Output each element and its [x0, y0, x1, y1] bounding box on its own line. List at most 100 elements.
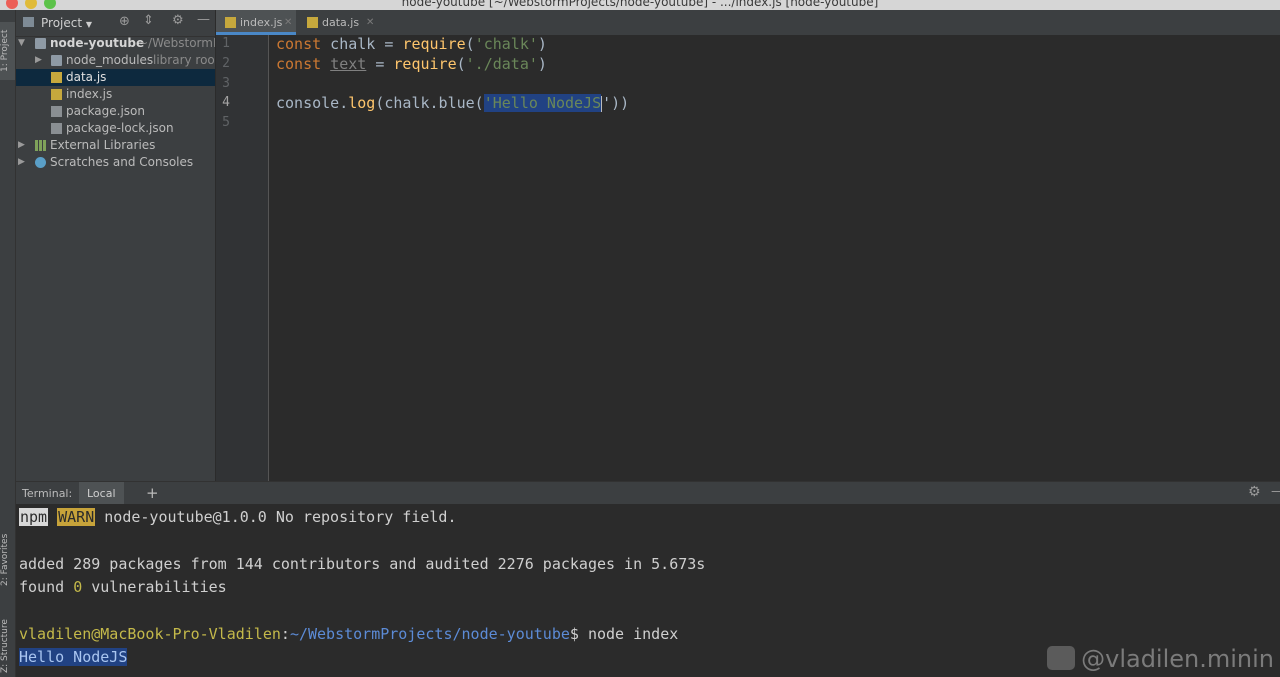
watermark-text: @vladilen.minin: [1081, 645, 1274, 673]
terminal-line: found 0 vulnerabilities: [19, 578, 227, 596]
project-panel: Project ▼ ⊕ ⇕ ⚙ — ▼ node-youtube ~/Webst…: [16, 10, 215, 481]
code-text: ): [537, 55, 547, 73]
collapse-all-icon[interactable]: ⇕: [143, 13, 154, 28]
tree-item-annotation: library root: [153, 53, 215, 67]
project-view-dropdown[interactable]: Project ▼: [41, 16, 92, 30]
js-file-icon: [51, 72, 62, 83]
code-text: (: [465, 35, 475, 53]
gear-icon[interactable]: ⚙: [172, 13, 184, 28]
tree-item-label: node-youtube: [50, 36, 145, 50]
terminal-text: found: [19, 578, 74, 596]
line-number-current: 4: [222, 95, 230, 110]
locate-file-icon[interactable]: ⊕: [119, 14, 130, 29]
line-number: 1: [222, 36, 230, 51]
tree-item-label: Scratches and Consoles: [50, 155, 194, 169]
code-line-2: const text = require('./data'): [276, 55, 547, 73]
code-text: chalk =: [321, 35, 403, 53]
tree-item-scratches[interactable]: ▶ Scratches and Consoles: [16, 154, 215, 171]
project-view-label: Project: [41, 16, 83, 30]
prompt-path: ~/WebstormProjects/node-youtube: [289, 625, 570, 643]
string-literal: './data': [465, 55, 538, 73]
tree-item-path: ~/WebstormP: [138, 36, 215, 50]
code-text: ): [537, 35, 547, 53]
title-bar: node-youtube [~/WebstormProjects/node-yo…: [0, 0, 1280, 10]
structure-tool-tab[interactable]: Z: Structure: [0, 615, 15, 677]
prompt-command: $ node index: [569, 625, 679, 643]
unused-variable: text: [330, 55, 367, 73]
prompt-colon: :: [280, 625, 290, 643]
tab-terminal-local[interactable]: Local: [79, 482, 124, 505]
project-panel-header: Project ▼ ⊕ ⇕ ⚙ —: [16, 10, 215, 37]
tree-item-node-modules[interactable]: ▶ node_modules library root: [16, 52, 215, 69]
gear-icon[interactable]: ⚙: [1248, 484, 1261, 500]
tree-item-label: package.json: [66, 104, 146, 118]
chevron-right-icon[interactable]: ▶: [35, 52, 42, 69]
tree-item-data-js[interactable]: data.js: [16, 69, 215, 86]
tree-item-package-lock-json[interactable]: package-lock.json: [16, 120, 215, 137]
editor-tab-bar: index.js ✕ data.js ✕: [216, 10, 1280, 36]
tree-item-external-libraries[interactable]: ▶ External Libraries: [16, 137, 215, 154]
watermark: @vladilen.minin: [1047, 645, 1274, 673]
js-file-icon: [307, 17, 318, 28]
close-icon[interactable]: ✕: [284, 10, 292, 35]
code-text: =: [366, 55, 394, 73]
left-tool-strip: 1: Project 2: Favorites Z: Structure: [0, 10, 16, 677]
string-literal: 'chalk': [474, 35, 538, 53]
library-icon: [35, 140, 46, 151]
program-output: Hello NodeJS: [19, 648, 128, 666]
tab-label: data.js: [322, 16, 360, 29]
vulnerability-count: 0: [73, 578, 83, 596]
chevron-down-icon[interactable]: ▼: [18, 35, 25, 52]
code-text: console.: [276, 94, 349, 112]
tree-item-package-json[interactable]: package.json: [16, 103, 215, 120]
hide-panel-icon[interactable]: —: [197, 12, 210, 27]
selected-string: 'Hello NodeJS: [483, 94, 602, 112]
code-line-4: console.log(chalk.blue('Hello NodeJS')): [276, 94, 629, 112]
js-file-icon: [225, 17, 236, 28]
vk-logo-icon: [1047, 646, 1076, 670]
line-number: 3: [222, 76, 230, 91]
tab-label: index.js: [240, 16, 283, 29]
favorites-tool-tab[interactable]: 2: Favorites: [0, 525, 15, 595]
prompt-host: MacBook-Pro-Vladilen: [100, 625, 281, 643]
add-terminal-button[interactable]: +: [146, 484, 159, 502]
chevron-down-icon: ▼: [85, 20, 93, 29]
js-file-icon: [51, 89, 62, 100]
tree-item-node-youtube[interactable]: ▼ node-youtube ~/WebstormP: [16, 35, 215, 52]
keyword: const: [276, 55, 322, 73]
window-title: node-youtube [~/WebstormProjects/node-yo…: [401, 0, 879, 9]
warn-badge: WARN: [57, 508, 96, 526]
terminal-prompt-line: vladilen@MacBook-Pro-Vladilen:~/Webstorm…: [19, 625, 678, 643]
code-text: (chalk.blue(: [375, 94, 484, 112]
project-view-icon: [23, 17, 34, 27]
tree-item-index-js[interactable]: index.js: [16, 86, 215, 103]
code-editor[interactable]: const chalk = require('chalk') const tex…: [269, 35, 1280, 481]
keyword: const: [276, 35, 322, 53]
folder-icon: [35, 38, 46, 49]
close-icon[interactable]: ✕: [366, 10, 374, 35]
chevron-right-icon[interactable]: ▶: [18, 137, 25, 154]
function-name: require: [402, 35, 466, 53]
code-line-1: const chalk = require('chalk'): [276, 35, 547, 53]
function-name: log: [348, 94, 376, 112]
terminal-line: npm WARN node-youtube@1.0.0 No repositor…: [19, 508, 456, 526]
project-tool-tab[interactable]: 1: Project: [0, 22, 15, 80]
json-file-icon: [51, 123, 62, 134]
tab-data-js[interactable]: data.js ✕: [298, 10, 378, 35]
function-name: require: [393, 55, 457, 73]
terminal-text: node-youtube@1.0.0 No repository field.: [95, 508, 457, 526]
tree-item-label: index.js: [66, 87, 113, 101]
tree-item-label: External Libraries: [50, 138, 156, 152]
tree-item-label: node_modules: [66, 53, 154, 67]
hide-panel-icon[interactable]: —: [1271, 484, 1280, 499]
npm-badge: npm: [19, 508, 49, 526]
terminal-label: Terminal:: [22, 487, 73, 500]
tab-index-js[interactable]: index.js ✕: [216, 10, 296, 35]
json-file-icon: [51, 106, 62, 117]
terminal-line: added 289 packages from 144 contributors…: [19, 555, 706, 573]
prompt-user: vladilen@: [19, 625, 101, 643]
line-number: 2: [222, 56, 230, 71]
code-text: (: [456, 55, 466, 73]
chevron-right-icon[interactable]: ▶: [18, 154, 25, 171]
